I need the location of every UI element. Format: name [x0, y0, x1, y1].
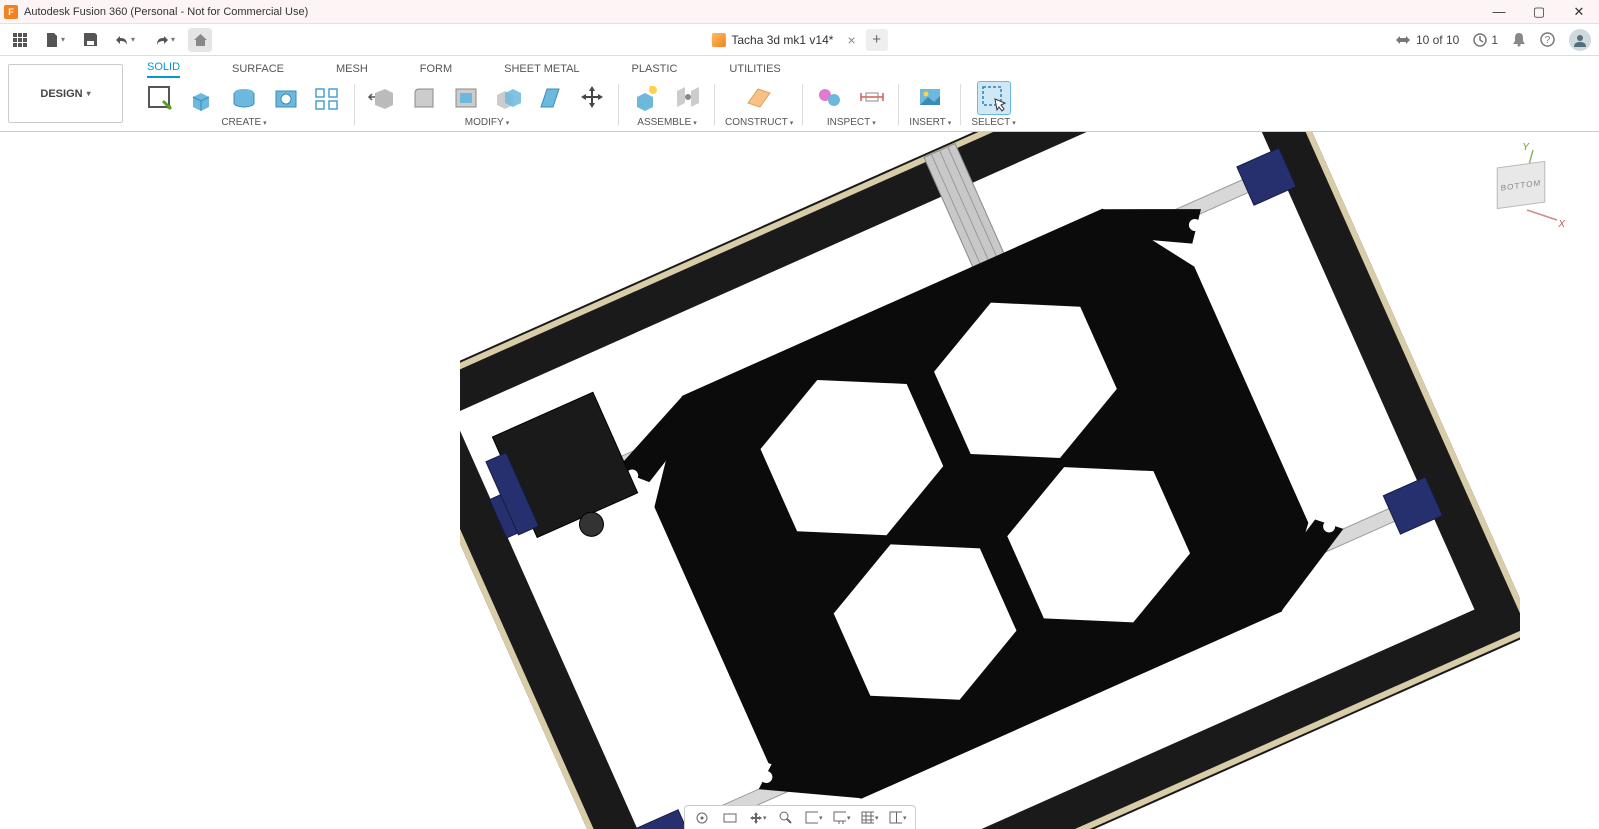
ribbon: DESIGN SOLID SURFACE MESH FORM SHEET MET… — [0, 56, 1599, 132]
fillet-button[interactable] — [407, 81, 441, 115]
viewport-canvas[interactable]: Y X BOTTOM — [0, 132, 1599, 829]
group-label: INSERT — [909, 117, 946, 128]
pattern-button[interactable] — [311, 81, 345, 115]
file-menu-button[interactable] — [38, 28, 72, 52]
group-insert: INSERT — [899, 78, 961, 131]
tab-surface[interactable]: SURFACE — [232, 63, 284, 78]
construct-plane-button[interactable] — [742, 81, 776, 115]
save-button[interactable] — [78, 28, 102, 52]
redo-button[interactable] — [148, 28, 182, 52]
group-label: MODIFY — [465, 117, 504, 128]
group-construct: CONSTRUCT — [715, 78, 803, 131]
home-button[interactable] — [188, 28, 212, 52]
tab-form[interactable]: FORM — [420, 63, 452, 78]
close-button[interactable]: ✕ — [1559, 0, 1599, 24]
workspace-switcher[interactable]: DESIGN — [8, 64, 123, 123]
tab-mesh[interactable]: MESH — [336, 63, 368, 78]
window-title: Autodesk Fusion 360 (Personal - Not for … — [24, 6, 308, 18]
user-avatar[interactable] — [1569, 29, 1591, 51]
window-titlebar: F Autodesk Fusion 360 (Personal - Not fo… — [0, 0, 1599, 24]
fit-button[interactable] — [805, 809, 823, 827]
draft-button[interactable] — [533, 81, 567, 115]
press-pull-button[interactable] — [365, 81, 399, 115]
orbit-button[interactable] — [693, 809, 711, 827]
insert-button[interactable] — [913, 81, 947, 115]
group-label: INSPECT — [827, 117, 870, 128]
workspace-label: DESIGN — [40, 88, 82, 100]
group-inspect: INSPECT — [803, 78, 899, 131]
maximize-button[interactable]: ▢ — [1519, 0, 1559, 24]
group-label: ASSEMBLE — [637, 117, 691, 128]
measure-button[interactable] — [813, 81, 847, 115]
minimize-button[interactable]: — — [1479, 0, 1519, 24]
hole-button[interactable] — [269, 81, 303, 115]
document-icon — [711, 33, 725, 47]
pan-button[interactable] — [749, 809, 767, 827]
extrude-button[interactable] — [185, 81, 219, 115]
group-label: SELECT — [971, 117, 1010, 128]
quick-access-toolbar: Tacha 3d mk1 v14* × + 10 of 10 1 ? — [0, 24, 1599, 56]
tab-solid[interactable]: SOLID — [147, 61, 180, 78]
look-at-button[interactable] — [721, 809, 739, 827]
document-tab[interactable]: Tacha 3d mk1 v14* × + — [711, 29, 887, 51]
navigation-bar — [684, 805, 916, 829]
group-create: CREATE — [133, 78, 355, 131]
recovery-status: 10 of 10 — [1416, 33, 1459, 47]
view-cube-face[interactable]: BOTTOM — [1497, 161, 1545, 209]
display-settings-button[interactable] — [833, 809, 851, 827]
extensions-button[interactable]: 10 of 10 — [1396, 33, 1459, 47]
group-modify: MODIFY — [355, 78, 619, 131]
view-cube[interactable]: Y X BOTTOM — [1479, 142, 1569, 232]
svg-text:?: ? — [1545, 35, 1551, 46]
job-status-button[interactable]: 1 — [1473, 33, 1498, 47]
viewport-layout-button[interactable] — [889, 809, 907, 827]
tab-sheet-metal[interactable]: SHEET METAL — [504, 63, 579, 78]
document-name: Tacha 3d mk1 v14* — [731, 33, 833, 47]
group-assemble: ASSEMBLE — [619, 78, 715, 131]
new-tab-button[interactable]: + — [866, 29, 888, 51]
tab-utilities[interactable]: UTILITIES — [729, 63, 780, 78]
job-count: 1 — [1491, 33, 1498, 47]
undo-button[interactable] — [108, 28, 142, 52]
group-label: CONSTRUCT — [725, 117, 788, 128]
group-label: CREATE — [221, 117, 261, 128]
joint-button[interactable] — [671, 81, 705, 115]
combine-button[interactable] — [491, 81, 525, 115]
ribbon-tabs: SOLID SURFACE MESH FORM SHEET METAL PLAS… — [123, 56, 1599, 78]
move-button[interactable] — [575, 81, 609, 115]
tab-plastic[interactable]: PLASTIC — [632, 63, 678, 78]
shell-button[interactable] — [449, 81, 483, 115]
data-panel-button[interactable] — [8, 28, 32, 52]
model-3d[interactable] — [460, 132, 1520, 829]
group-select: SELECT — [961, 78, 1025, 131]
help-button[interactable]: ? — [1540, 32, 1555, 47]
select-button[interactable] — [977, 81, 1011, 115]
grid-settings-button[interactable] — [861, 809, 879, 827]
dimension-button[interactable] — [855, 81, 889, 115]
zoom-button[interactable] — [777, 809, 795, 827]
notifications-button[interactable] — [1512, 32, 1526, 47]
revolve-button[interactable] — [227, 81, 261, 115]
app-icon: F — [4, 5, 18, 19]
create-sketch-button[interactable] — [143, 81, 177, 115]
close-tab-button[interactable]: × — [847, 32, 855, 48]
new-component-button[interactable] — [629, 81, 663, 115]
